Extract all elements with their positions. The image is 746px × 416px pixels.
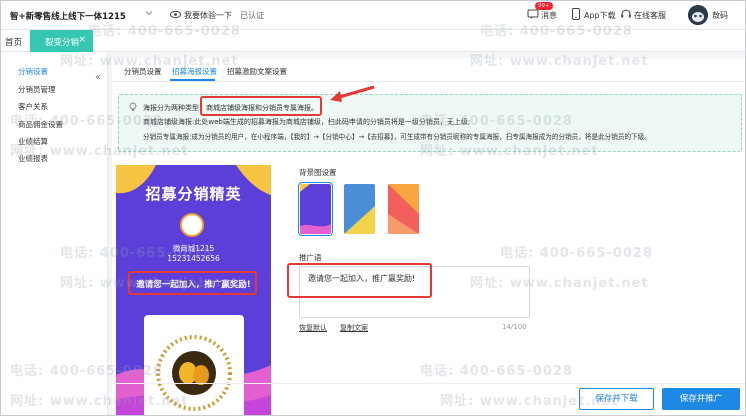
user-name[interactable]: 敖码: [712, 10, 728, 21]
subtab-distributor-settings[interactable]: 分销员设置: [124, 66, 162, 77]
bg-option-orange[interactable]: [388, 184, 419, 234]
poster-qr-card: [144, 315, 244, 416]
footer-divider: [112, 383, 746, 384]
chevron-down-icon[interactable]: [143, 7, 155, 19]
save-download-button[interactable]: 保存并下载: [579, 388, 654, 410]
app-download-link[interactable]: App下载: [584, 10, 616, 21]
poster-phone: 15231452656: [167, 254, 220, 263]
subtab-incentive-copy[interactable]: 招募激励文案设置: [227, 66, 287, 77]
company-name[interactable]: 智+新零售线上线下一体1215: [10, 10, 126, 22]
highlight-box-slogan: [128, 271, 257, 295]
restore-default-link[interactable]: 恢复默认: [299, 323, 327, 333]
shop-logo-icon: [180, 213, 204, 237]
phone-icon[interactable]: [571, 8, 581, 20]
lightbulb-icon: [129, 102, 137, 111]
sidebar-item-distributor-management[interactable]: 分销员管理: [18, 84, 56, 95]
experience-icon: [170, 10, 181, 19]
tab-home[interactable]: 首页: [5, 36, 22, 48]
page-tab-bar: 首页 裂变分销 ×: [0, 30, 746, 52]
info-line-3: 分销员专属海报:成为分销员的用户，在小程序端，【我的】→【分销中心】→【去招募】…: [143, 133, 651, 141]
top-bar: 智+新零售线上线下一体1215 我要体验一下 已认证 99+ 消息 App下载 …: [0, 0, 746, 30]
info-line-2: 商城店铺级海报:此处web端生成的招募海报为商城店铺级，扫此码申请的分销员将是一…: [143, 118, 471, 126]
collapse-icon[interactable]: «: [95, 72, 101, 83]
close-icon[interactable]: ×: [78, 35, 86, 45]
bg-option-purple[interactable]: [298, 182, 333, 236]
qr-code-icon: [156, 335, 232, 411]
sidebar-item-performance-settlement[interactable]: 业绩结算: [18, 136, 48, 147]
customer-service-link[interactable]: 在线客服: [634, 10, 666, 21]
sidebar-item-customer-relations[interactable]: 客户关系: [18, 101, 48, 112]
arrow-icon: [330, 85, 375, 102]
promo-textarea[interactable]: 邀请您一起加入，推广赢奖励!: [299, 266, 530, 318]
headset-icon[interactable]: [620, 8, 632, 20]
highlight-box-poster-types: [200, 96, 322, 116]
bg-option-blue-yellow[interactable]: [344, 184, 375, 234]
poster-title: 招募分销精英: [145, 185, 242, 203]
experience-link[interactable]: 我要体验一下: [184, 10, 232, 21]
sidebar-item-distribution-settings[interactable]: 分销设置: [18, 66, 48, 77]
tab-label: 裂变分销: [45, 38, 80, 48]
poster-shop-name: 微商城1215: [172, 244, 215, 253]
sidebar-item-performance-report[interactable]: 业绩报表: [18, 153, 48, 164]
char-counter: 14/100: [502, 323, 527, 331]
certified-status: 已认证: [240, 11, 264, 20]
promo-label: 推广语: [299, 253, 322, 262]
messages-link[interactable]: 消息: [541, 10, 557, 21]
sidebar: 分销设置 分销员管理 客户关系 商品佣金设置 业绩结算 业绩报表 «: [0, 52, 108, 416]
subtab-poster-settings[interactable]: 招募海报设置: [172, 66, 217, 77]
save-promote-button[interactable]: 保存并推广: [662, 388, 740, 410]
message-badge: 99+: [535, 2, 553, 10]
sidebar-item-commission-settings[interactable]: 商品佣金设置: [18, 119, 63, 130]
subtab-divider: [112, 81, 746, 82]
tab-fission-distribution[interactable]: 裂变分销 ×: [30, 30, 93, 52]
avatar[interactable]: [688, 5, 708, 25]
bg-settings-label: 背景图设置: [299, 168, 337, 177]
copy-text-link[interactable]: 复制文案: [340, 323, 368, 333]
